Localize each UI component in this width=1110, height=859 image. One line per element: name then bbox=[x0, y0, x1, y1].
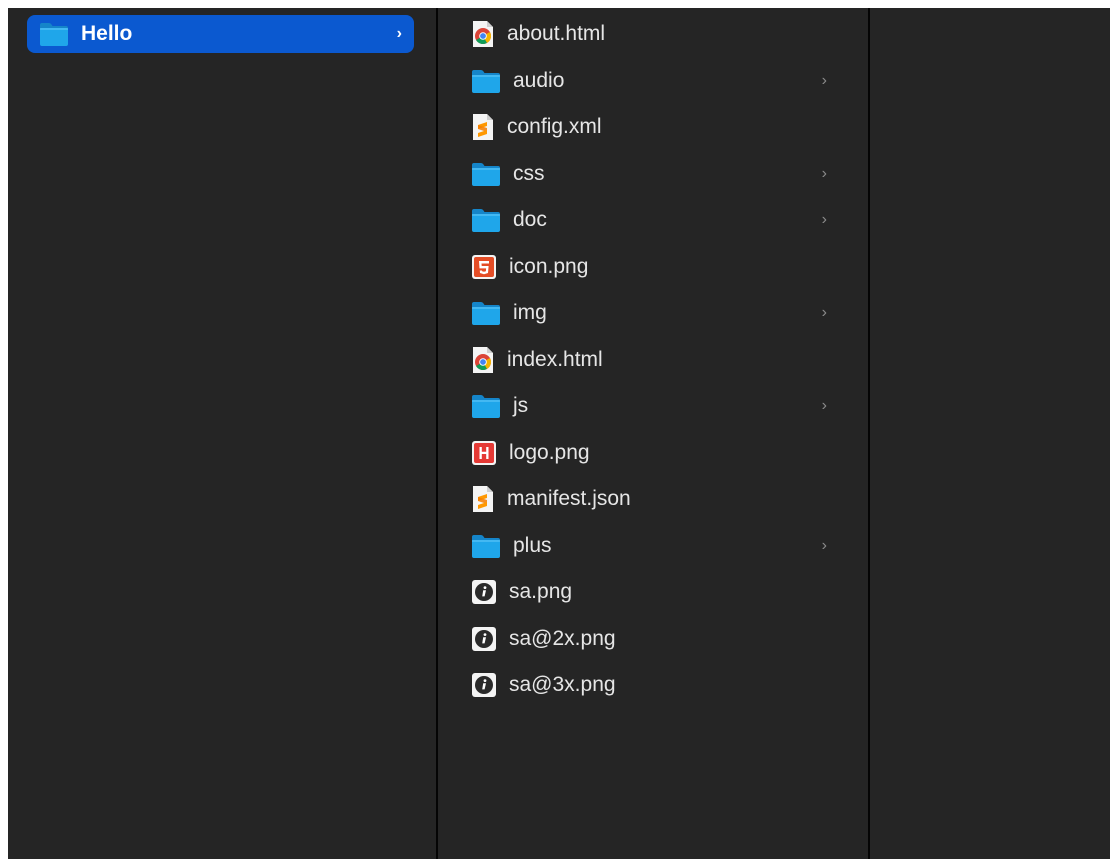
folder-row-doc[interactable]: doc › bbox=[471, 201, 841, 239]
column-2[interactable]: about.html audio › config.xml css › doc › icon.p… bbox=[438, 8, 868, 859]
column-1[interactable]: Hello › bbox=[8, 8, 436, 859]
item-label: js bbox=[513, 394, 529, 417]
item-label: manifest.json bbox=[507, 487, 631, 510]
item-label: config.xml bbox=[507, 115, 602, 138]
item-label: sa.png bbox=[509, 580, 573, 603]
file-row-sa-3x-png[interactable]: sa@3x.png bbox=[471, 666, 841, 704]
file-row-icon-png[interactable]: icon.png bbox=[471, 248, 841, 286]
chevron-right-icon: › bbox=[821, 71, 827, 89]
folder-icon bbox=[471, 68, 501, 94]
file-row-index-html[interactable]: index.html bbox=[471, 341, 841, 379]
folder-row-hello[interactable]: Hello › bbox=[27, 15, 414, 53]
file-row-sa-png[interactable]: sa.png bbox=[471, 573, 841, 611]
folder-icon bbox=[471, 207, 501, 233]
item-label: icon.png bbox=[509, 254, 589, 278]
item-label: about.html bbox=[507, 22, 606, 45]
chrome-html-icon bbox=[471, 346, 495, 374]
chevron-right-icon: › bbox=[821, 304, 827, 321]
folder-icon bbox=[471, 161, 501, 187]
item-label: audio bbox=[513, 68, 565, 92]
chrome-html-icon bbox=[471, 20, 495, 48]
finder-column-view: Hello › about.html audio › config.xml css › doc… bbox=[8, 8, 1110, 859]
folder-icon bbox=[471, 533, 501, 559]
folder-row-plus[interactable]: plus › bbox=[471, 527, 841, 565]
info-image-icon bbox=[471, 626, 497, 652]
file-row-sa-2x-png[interactable]: sa@2x.png bbox=[471, 620, 841, 658]
item-label: css bbox=[513, 161, 545, 185]
info-image-icon bbox=[471, 579, 497, 605]
sublime-file-icon bbox=[471, 113, 495, 141]
chevron-right-icon: › bbox=[396, 25, 402, 42]
item-label: logo.png bbox=[509, 440, 590, 464]
file-row-about-html[interactable]: about.html bbox=[471, 15, 841, 53]
folder-icon bbox=[471, 393, 501, 419]
file-row-config-xml[interactable]: config.xml bbox=[471, 108, 841, 146]
folder-icon bbox=[39, 21, 69, 47]
chevron-right-icon: › bbox=[821, 211, 827, 228]
file-row-manifest-json[interactable]: manifest.json bbox=[471, 480, 841, 518]
chevron-right-icon: › bbox=[821, 536, 827, 554]
folder-icon bbox=[471, 300, 501, 326]
file-row-logo-png[interactable]: logo.png bbox=[471, 434, 841, 472]
chevron-right-icon: › bbox=[821, 397, 827, 414]
item-label: plus bbox=[513, 533, 552, 557]
folder-row-css[interactable]: css › bbox=[471, 155, 841, 193]
item-label: Hello bbox=[81, 22, 133, 45]
hbuilder-icon bbox=[471, 440, 497, 466]
folder-row-js[interactable]: js › bbox=[471, 387, 841, 425]
chevron-right-icon: › bbox=[821, 164, 827, 182]
item-label: sa@3x.png bbox=[509, 673, 616, 696]
sublime-file-icon bbox=[471, 485, 495, 513]
info-image-icon bbox=[471, 672, 497, 698]
item-label: img bbox=[513, 301, 547, 324]
folder-row-audio[interactable]: audio › bbox=[471, 62, 841, 100]
item-label: sa@2x.png bbox=[509, 626, 616, 650]
item-label: index.html bbox=[507, 347, 603, 371]
item-label: doc bbox=[513, 208, 547, 231]
html5-icon bbox=[471, 254, 497, 280]
column-3[interactable] bbox=[870, 8, 1110, 859]
folder-row-img[interactable]: img › bbox=[471, 294, 841, 332]
